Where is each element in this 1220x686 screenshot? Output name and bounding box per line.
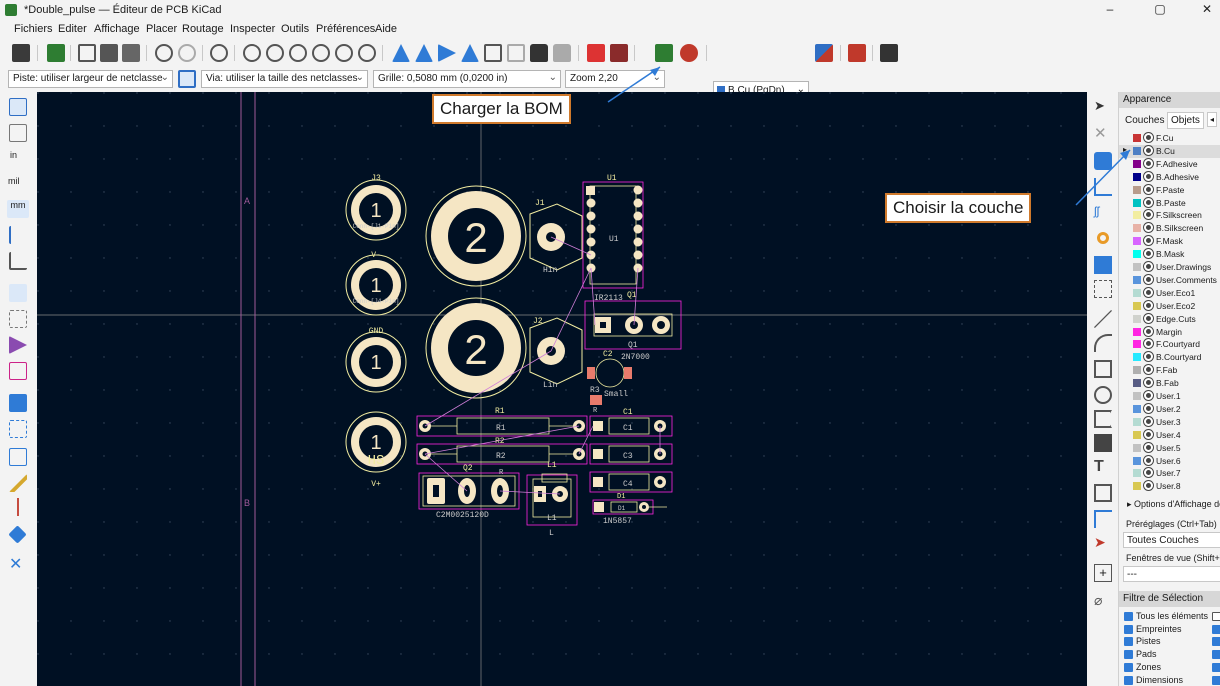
callout-arrows: [607, 66, 1131, 206]
